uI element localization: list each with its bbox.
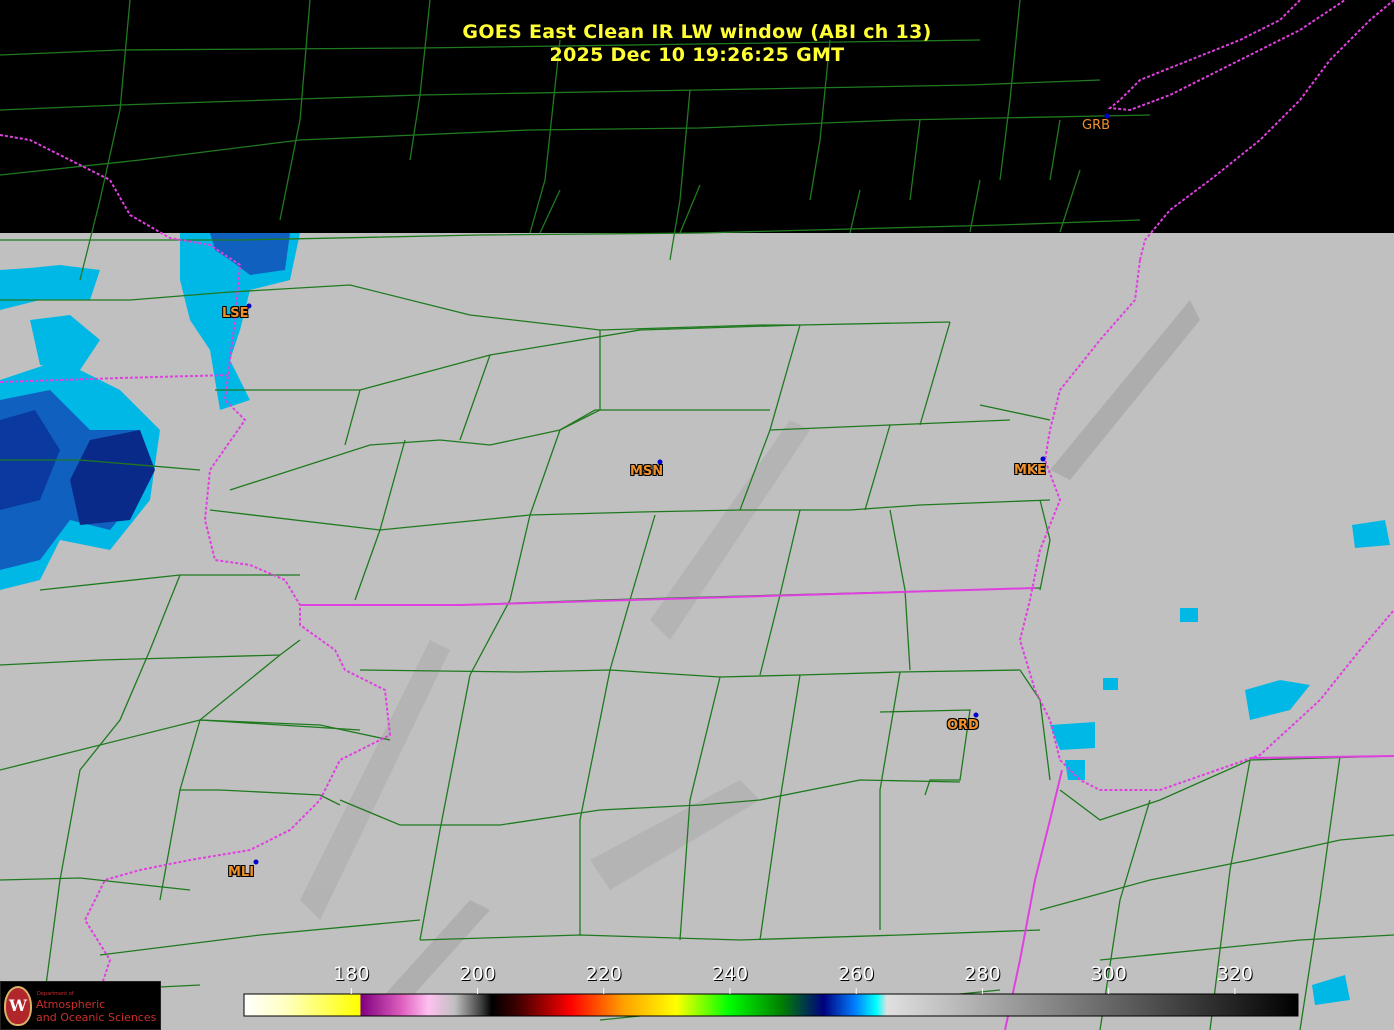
map-timestamp: 2025 Dec 10 19:26:25 GMT (549, 44, 845, 66)
colorbar-tick-label: 320 (1216, 963, 1254, 985)
uw-seal-icon: W (4, 986, 32, 1026)
satellite-map-view: GOES East Clean IR LW window (ABI ch 13)… (0, 0, 1394, 1030)
colorbar-tick-label: 260 (838, 963, 875, 985)
station-dot-mli (253, 859, 259, 865)
station-label-lse: LSE (222, 306, 249, 321)
ir-field (0, 233, 1394, 1030)
map-title: GOES East Clean IR LW window (ABI ch 13) (462, 21, 932, 43)
colorbar-tick-label: 200 (459, 963, 496, 985)
aos-logo: W Department of Atmospheric and Oceanic … (0, 981, 161, 1030)
colorbar-tick-label: 220 (585, 963, 622, 985)
logo-line-2: and Oceanic Sciences (36, 1011, 157, 1024)
station-dot-ord (973, 712, 979, 718)
colorbar-tick-label: 300 (1090, 963, 1127, 985)
station-dot-mke (1040, 456, 1046, 462)
station-label-mke: MKE (1014, 463, 1046, 478)
satellite-image (0, 0, 1394, 1030)
station-label-grb: GRB (1082, 118, 1111, 133)
colorbar-tick-label: 280 (964, 963, 1001, 985)
colorbar (243, 993, 1299, 1017)
colorbar-tick-label: 180 (333, 963, 370, 985)
logo-line-1: Atmospheric (36, 998, 106, 1011)
station-label-msn: MSN (630, 464, 664, 479)
colorbar-tick-label: 240 (711, 963, 749, 985)
station-label-mli: MLI (228, 865, 255, 880)
station-label-ord: ORD (947, 718, 979, 733)
logo-dept-text: Department of (37, 991, 74, 997)
